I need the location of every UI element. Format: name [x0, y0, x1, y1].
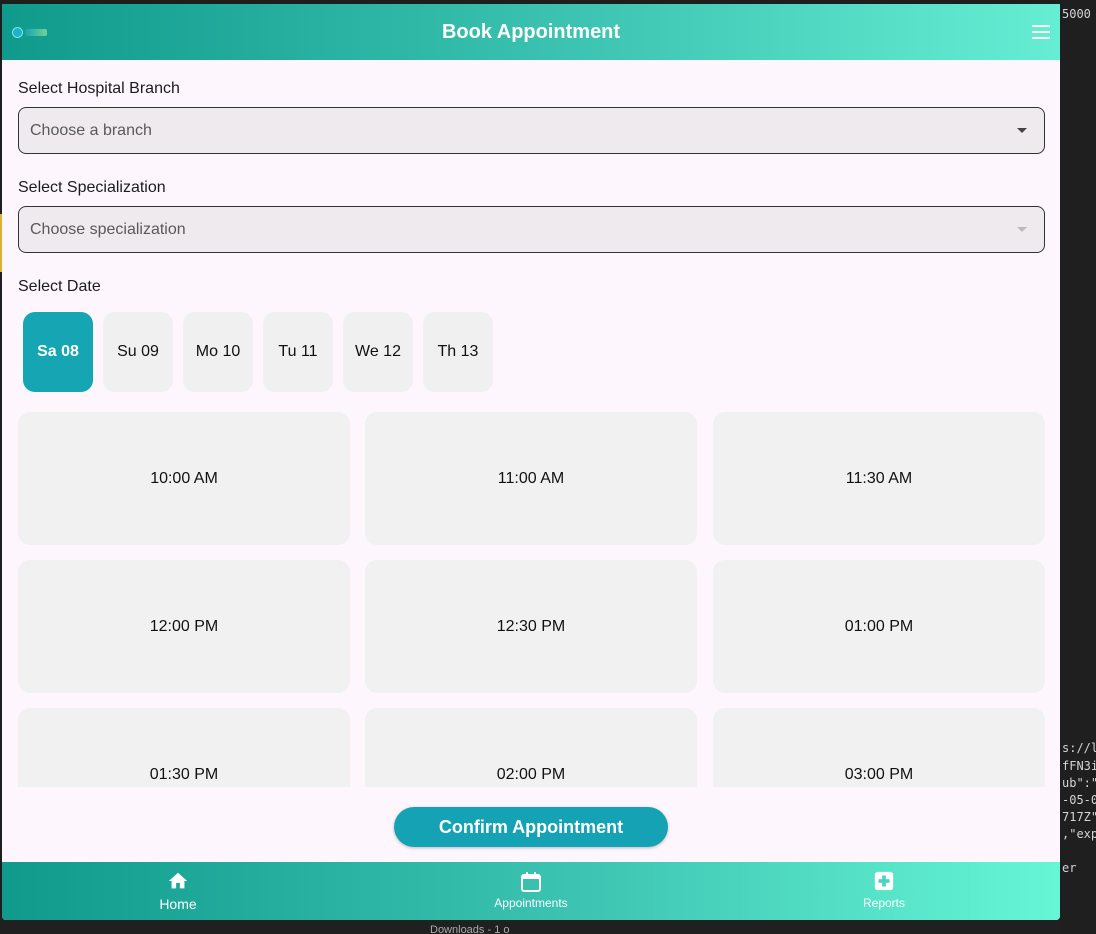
code-line: -05-0: [1062, 793, 1096, 807]
date-chip[interactable]: Th 13: [423, 312, 493, 392]
background-taskbar: Downloads - 1 o: [0, 920, 1062, 934]
nav-label: Home: [159, 896, 197, 912]
date-chip[interactable]: Su 09: [103, 312, 173, 392]
time-slot[interactable]: 12:30 PM: [365, 560, 697, 693]
medical-report-icon: [824, 870, 944, 894]
date-chip[interactable]: Sa 08: [23, 312, 93, 392]
code-line: 717Z": [1062, 810, 1096, 824]
date-chip[interactable]: Mo 10: [183, 312, 253, 392]
app-window: Book Appointment Select Hospital Branch …: [2, 4, 1060, 920]
date-chip[interactable]: Tu 11: [263, 312, 333, 392]
nav-item-appointments[interactable]: Appointments: [471, 870, 591, 910]
time-slot[interactable]: 03:00 PM: [713, 708, 1045, 787]
code-line: s://l: [1062, 741, 1096, 755]
time-slot[interactable]: 11:30 AM: [713, 412, 1045, 545]
time-slot[interactable]: 01:00 PM: [713, 560, 1045, 693]
time-slot[interactable]: 01:30 PM: [18, 708, 350, 787]
chevron-down-icon: [1017, 227, 1027, 232]
specialization-placeholder: Choose specialization: [30, 221, 186, 238]
specialization-select[interactable]: Choose specialization: [18, 206, 1045, 253]
page-title: Book Appointment: [441, 21, 621, 43]
branch-placeholder: Choose a branch: [30, 122, 152, 139]
time-slot[interactable]: 11:00 AM: [365, 412, 697, 545]
chevron-down-icon: [1017, 128, 1027, 133]
code-line: ,"exp: [1062, 827, 1096, 841]
code-line: ub":": [1062, 776, 1096, 790]
date-label: Select Date: [18, 278, 101, 295]
bottom-navigation: Home Appointments Reports: [2, 862, 1060, 920]
menu-icon[interactable]: [1032, 25, 1050, 39]
app-header: Book Appointment: [2, 4, 1060, 60]
calendar-icon: [471, 870, 591, 894]
nav-label: Reports: [862, 896, 906, 910]
code-line: fFN3i: [1062, 759, 1096, 773]
branch-select[interactable]: Choose a branch: [18, 107, 1045, 154]
home-icon: [118, 870, 238, 894]
confirm-appointment-button[interactable]: Confirm Appointment: [394, 807, 668, 847]
time-slot[interactable]: 10:00 AM: [18, 412, 350, 545]
time-slot[interactable]: 12:00 PM: [18, 560, 350, 693]
code-line: 5000: [1062, 7, 1091, 21]
branch-label: Select Hospital Branch: [18, 80, 180, 97]
time-slot[interactable]: 02:00 PM: [365, 708, 697, 787]
background-code-editor: 5000 s://l fFN3i ub":" -05-0 717Z" ,"exp…: [1062, 0, 1096, 934]
time-slot-grid: 10:00 AM 11:00 AM 11:30 AM 12:00 PM 12:3…: [18, 412, 1045, 787]
nav-label: Appointments: [494, 896, 568, 910]
downloads-text: Downloads - 1 o: [430, 924, 510, 934]
date-chip[interactable]: We 12: [343, 312, 413, 392]
specialization-label: Select Specialization: [18, 179, 166, 196]
nav-item-reports[interactable]: Reports: [824, 870, 944, 910]
nav-item-home[interactable]: Home: [118, 870, 238, 912]
code-line: er: [1062, 861, 1077, 875]
